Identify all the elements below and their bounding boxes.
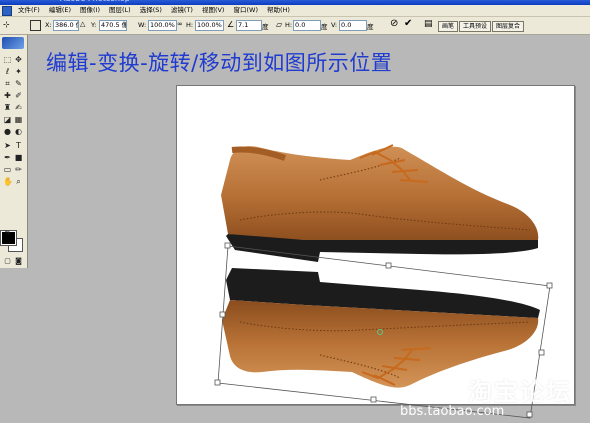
watermark-url: bbs.taobao.com [400,404,505,419]
transform-handle[interactable] [385,262,392,269]
transform-handle[interactable] [546,282,553,289]
transform-handle[interactable] [538,349,545,356]
shoe-artwork [214,144,553,419]
shoe-original [221,144,539,262]
transform-handle[interactable] [526,411,533,418]
transform-handle[interactable] [370,396,377,403]
watermark-logo-text: 淘宝论坛 [468,378,572,406]
transform-handle[interactable] [214,379,221,386]
transform-handle[interactable] [224,242,231,249]
shoe-reflection [222,268,540,388]
transform-handle[interactable] [219,311,226,318]
